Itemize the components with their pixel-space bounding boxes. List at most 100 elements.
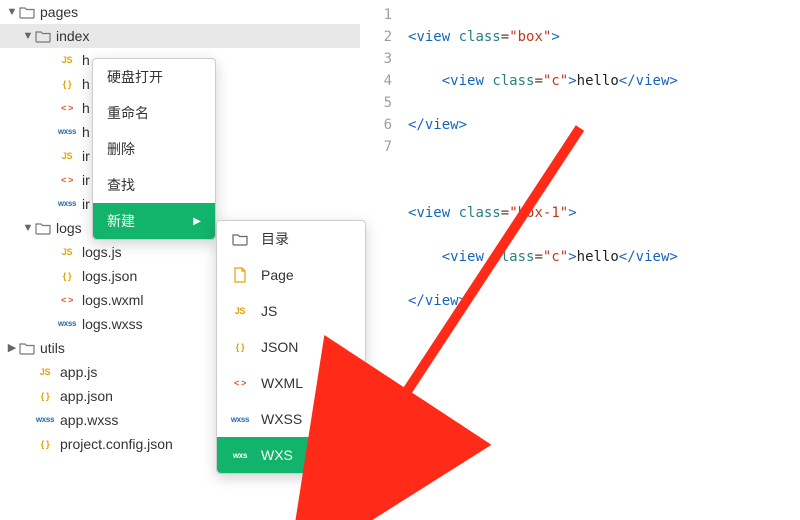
sub-new-json[interactable]: { } JSON xyxy=(217,329,365,365)
ctx-label: 重命名 xyxy=(107,103,149,123)
tree-label: ir xyxy=(82,144,90,168)
tree-label: h xyxy=(82,96,90,120)
line-number: 1 xyxy=(360,4,392,26)
sub-label: Page xyxy=(261,267,294,283)
code-token: > xyxy=(568,205,576,221)
wxs-icon: wxs xyxy=(229,451,251,460)
code-token: "box" xyxy=(509,29,551,45)
code-token xyxy=(450,29,458,45)
code-token: class xyxy=(459,205,501,221)
code-token: = xyxy=(501,29,509,45)
context-menu: 硬盘打开 重命名 删除 查找 新建 ▶ xyxy=(92,58,216,240)
ctx-label: 删除 xyxy=(107,139,135,159)
code-token: hello xyxy=(577,249,619,265)
ctx-label: 查找 xyxy=(107,175,135,195)
code-token: < xyxy=(442,249,450,265)
wxss-icon: wxss xyxy=(34,408,56,432)
tree-folder-pages[interactable]: ▼ pages xyxy=(0,0,360,24)
code-token: > xyxy=(568,249,576,265)
code-token xyxy=(450,205,458,221)
line-number: 3 xyxy=(360,48,392,70)
tree-label: ir xyxy=(82,192,90,216)
code-token: = xyxy=(534,249,542,265)
folder-icon xyxy=(18,341,36,355)
context-submenu-new: 目录 Page JS JS { } JSON < > WXML wxss WXS… xyxy=(216,220,366,474)
line-gutter: 1 2 3 4 5 6 7 xyxy=(360,0,402,520)
wxss-icon: wxss xyxy=(56,312,78,336)
folder-icon xyxy=(229,232,251,246)
ctx-delete[interactable]: 删除 xyxy=(93,131,215,167)
code-token: class xyxy=(459,29,501,45)
code-area[interactable]: <view class="box"> <view class="c">hello… xyxy=(402,0,800,520)
sub-new-dir[interactable]: 目录 xyxy=(217,221,365,257)
sub-label: 目录 xyxy=(261,229,289,249)
code-token: class xyxy=(492,73,534,89)
sub-new-page[interactable]: Page xyxy=(217,257,365,293)
tree-label: logs.js xyxy=(82,240,122,264)
code-token: "c" xyxy=(543,249,568,265)
wxml-icon: < > xyxy=(229,378,251,388)
code-token: view xyxy=(416,205,450,221)
js-icon: JS xyxy=(56,240,78,264)
code-token: > xyxy=(669,73,677,89)
line-number: 2 xyxy=(360,26,392,48)
code-token: </ xyxy=(619,73,636,89)
page-icon xyxy=(229,267,251,283)
wxss-icon: wxss xyxy=(56,192,78,216)
ctx-open-on-disk[interactable]: 硬盘打开 xyxy=(93,59,215,95)
sub-new-wxs[interactable]: wxs WXS xyxy=(217,437,365,473)
tree-label: logs.wxss xyxy=(82,312,143,336)
code-token: = xyxy=(534,73,542,89)
sub-label: JS xyxy=(261,303,277,319)
chevron-right-icon: ▶ xyxy=(193,216,201,227)
line-number: 5 xyxy=(360,92,392,114)
json-icon: { } xyxy=(56,264,78,288)
sub-label: WXML xyxy=(261,375,303,391)
tree-label: project.config.json xyxy=(60,432,173,456)
tree-label: app.wxss xyxy=(60,408,118,432)
json-icon: { } xyxy=(229,342,251,352)
folder-icon xyxy=(34,221,52,235)
code-token: > xyxy=(669,249,677,265)
tree-label: h xyxy=(82,48,90,72)
code-token: view xyxy=(450,73,484,89)
wxss-icon: wxss xyxy=(56,120,78,144)
tree-label: index xyxy=(56,24,89,48)
code-token: = xyxy=(501,205,509,221)
code-token: "c" xyxy=(543,73,568,89)
code-token xyxy=(408,249,442,265)
js-icon: JS xyxy=(56,48,78,72)
code-token: </ xyxy=(619,249,636,265)
code-token: view xyxy=(416,29,450,45)
wxml-icon: < > xyxy=(56,168,78,192)
code-token: > xyxy=(551,29,559,45)
ctx-rename[interactable]: 重命名 xyxy=(93,95,215,131)
code-token: > xyxy=(568,73,576,89)
code-token: view xyxy=(425,117,459,133)
sub-new-js[interactable]: JS JS xyxy=(217,293,365,329)
chevron-right-icon: ▶ xyxy=(6,336,18,360)
json-icon: { } xyxy=(34,432,56,456)
tree-label: app.js xyxy=(60,360,97,384)
sub-new-wxml[interactable]: < > WXML xyxy=(217,365,365,401)
chevron-down-icon: ▼ xyxy=(22,24,34,48)
code-token: class xyxy=(492,249,534,265)
ctx-find[interactable]: 查找 xyxy=(93,167,215,203)
folder-icon xyxy=(18,5,36,19)
wxml-icon: < > xyxy=(56,96,78,120)
sub-new-wxss[interactable]: wxss WXSS xyxy=(217,401,365,437)
code-token: view xyxy=(450,249,484,265)
code-token: </ xyxy=(408,293,425,309)
chevron-down-icon: ▼ xyxy=(22,216,34,240)
tree-label: logs.wxml xyxy=(82,288,143,312)
code-token: hello xyxy=(577,73,619,89)
json-icon: { } xyxy=(56,72,78,96)
sub-label: WXS xyxy=(261,447,293,463)
ctx-label: 新建 xyxy=(107,211,135,231)
ctx-new[interactable]: 新建 ▶ xyxy=(93,203,215,239)
code-editor[interactable]: 1 2 3 4 5 6 7 <view class="box"> <view c… xyxy=(360,0,800,520)
tree-label: pages xyxy=(40,0,78,24)
tree-folder-index[interactable]: ▼ index xyxy=(0,24,360,48)
line-number: 7 xyxy=(360,136,392,158)
tree-label: app.json xyxy=(60,384,113,408)
